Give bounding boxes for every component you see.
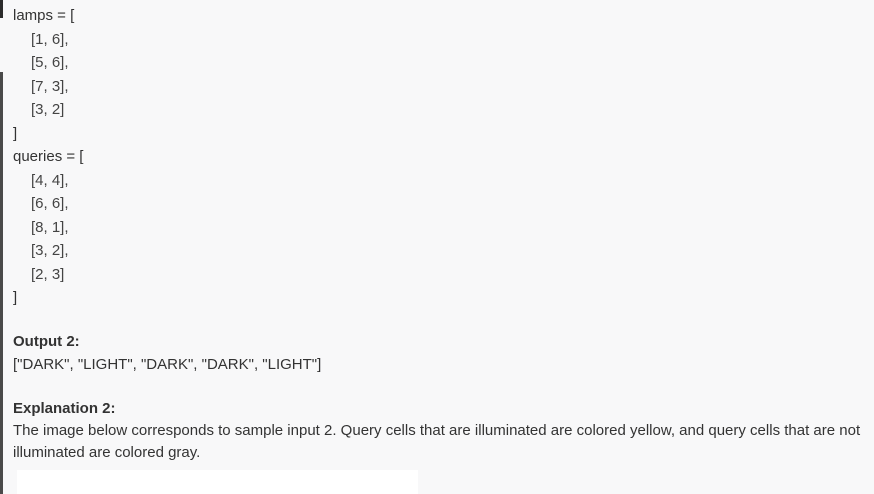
queries-close: ] [13,289,18,306]
lamps-open: lamps = [ [13,7,75,24]
query-entry: [2, 3] [31,265,65,283]
explanation-heading: Explanation 2: [13,399,116,417]
output-value: ["DARK", "LIGHT", "DARK", "DARK", "LIGHT… [13,356,322,373]
explanation-text: The image below corresponds to sample in… [13,422,861,461]
lamps-close: ] [13,124,18,142]
query-entry: [6, 6], [31,195,69,212]
lamp-entry: [7, 3], [31,77,69,95]
blockquote-bar [0,0,3,18]
lamp-entry: [1, 6], [31,30,69,48]
query-entry: [3, 2], [31,242,69,259]
queries-open: queries = [ [13,148,84,165]
lamp-entry: [3, 2] [31,101,65,118]
query-entry: [8, 1], [31,218,69,236]
output-heading: Output 2: [13,332,80,350]
lamp-entry: [5, 6], [31,54,69,71]
blockquote-bar-lower [0,72,3,494]
problem-content: lamps = [ [1, 6], [5, 6], [7, 3], [3, 2]… [13,4,864,464]
query-entry: [4, 4], [31,171,69,189]
sample-image [17,470,418,494]
